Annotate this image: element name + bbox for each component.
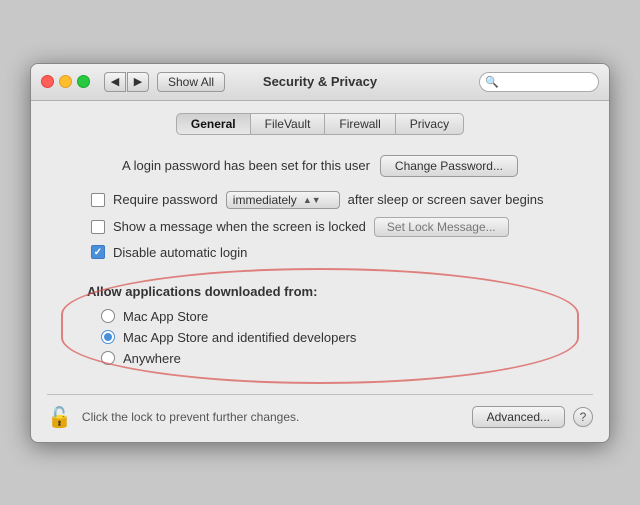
footer-right: Advanced... ? <box>472 406 593 428</box>
radio-mac-app-store-input[interactable] <box>101 309 115 323</box>
set-lock-message-button[interactable]: Set Lock Message... <box>374 217 509 237</box>
nav-buttons: ◀ ▶ <box>104 72 149 92</box>
gatekeeper-section: Allow applications downloaded from: Mac … <box>71 274 569 378</box>
search-box: 🔍 <box>479 72 599 92</box>
require-password-label: Require password <box>113 192 218 207</box>
immediately-value: immediately <box>233 193 297 207</box>
show-message-checkbox[interactable] <box>91 220 105 234</box>
titlebar: ◀ ▶ Show All Security & Privacy 🔍 <box>31 64 609 101</box>
gatekeeper-heading: Allow applications downloaded from: <box>87 284 553 299</box>
require-password-checkbox[interactable] <box>91 193 105 207</box>
traffic-lights <box>41 75 90 88</box>
tab-general[interactable]: General <box>176 113 250 135</box>
radio-mac-app-store-label: Mac App Store <box>123 309 208 324</box>
radio-mac-app-store-identified-input[interactable] <box>101 330 115 344</box>
login-password-row: A login password has been set for this u… <box>71 155 569 177</box>
help-button[interactable]: ? <box>573 407 593 427</box>
radio-anywhere-label: Anywhere <box>123 351 181 366</box>
radio-mac-app-store-identified-label: Mac App Store and identified developers <box>123 330 356 345</box>
require-password-row: Require password immediately ▲▼ after sl… <box>91 191 569 209</box>
minimize-button[interactable] <box>59 75 72 88</box>
radio-anywhere[interactable]: Anywhere <box>101 351 553 366</box>
show-all-button[interactable]: Show All <box>157 72 225 92</box>
lock-label: Click the lock to prevent further change… <box>82 410 299 424</box>
forward-button[interactable]: ▶ <box>127 72 149 92</box>
tab-firewall[interactable]: Firewall <box>324 113 394 135</box>
search-icon: 🔍 <box>485 75 499 88</box>
disable-auto-login-row: Disable automatic login <box>91 245 569 260</box>
change-password-button[interactable]: Change Password... <box>380 155 518 177</box>
lock-icon[interactable]: 🔓 <box>47 405 72 430</box>
tab-privacy[interactable]: Privacy <box>395 113 464 135</box>
main-content: A login password has been set for this u… <box>31 143 609 394</box>
show-message-row: Show a message when the screen is locked… <box>91 217 569 237</box>
close-button[interactable] <box>41 75 54 88</box>
show-message-label: Show a message when the screen is locked <box>113 219 366 234</box>
tabs-bar: General FileVault Firewall Privacy <box>31 101 609 143</box>
after-sleep-label: after sleep or screen saver begins <box>348 192 544 207</box>
main-window: ◀ ▶ Show All Security & Privacy 🔍 Genera… <box>30 63 610 443</box>
radio-mac-app-store-identified[interactable]: Mac App Store and identified developers <box>101 330 553 345</box>
tab-filevault[interactable]: FileVault <box>250 113 325 135</box>
radio-anywhere-input[interactable] <box>101 351 115 365</box>
disable-auto-login-checkbox[interactable] <box>91 245 105 259</box>
immediately-select[interactable]: immediately ▲▼ <box>226 191 340 209</box>
login-password-label: A login password has been set for this u… <box>122 158 370 173</box>
select-arrow-icon: ▲▼ <box>303 195 321 205</box>
radio-group: Mac App Store Mac App Store and identifi… <box>101 309 553 366</box>
footer: 🔓 Click the lock to prevent further chan… <box>31 395 609 442</box>
disable-auto-login-label: Disable automatic login <box>113 245 247 260</box>
options-group: Require password immediately ▲▼ after sl… <box>91 191 569 260</box>
advanced-button[interactable]: Advanced... <box>472 406 565 428</box>
maximize-button[interactable] <box>77 75 90 88</box>
back-button[interactable]: ◀ <box>104 72 126 92</box>
radio-mac-app-store[interactable]: Mac App Store <box>101 309 553 324</box>
